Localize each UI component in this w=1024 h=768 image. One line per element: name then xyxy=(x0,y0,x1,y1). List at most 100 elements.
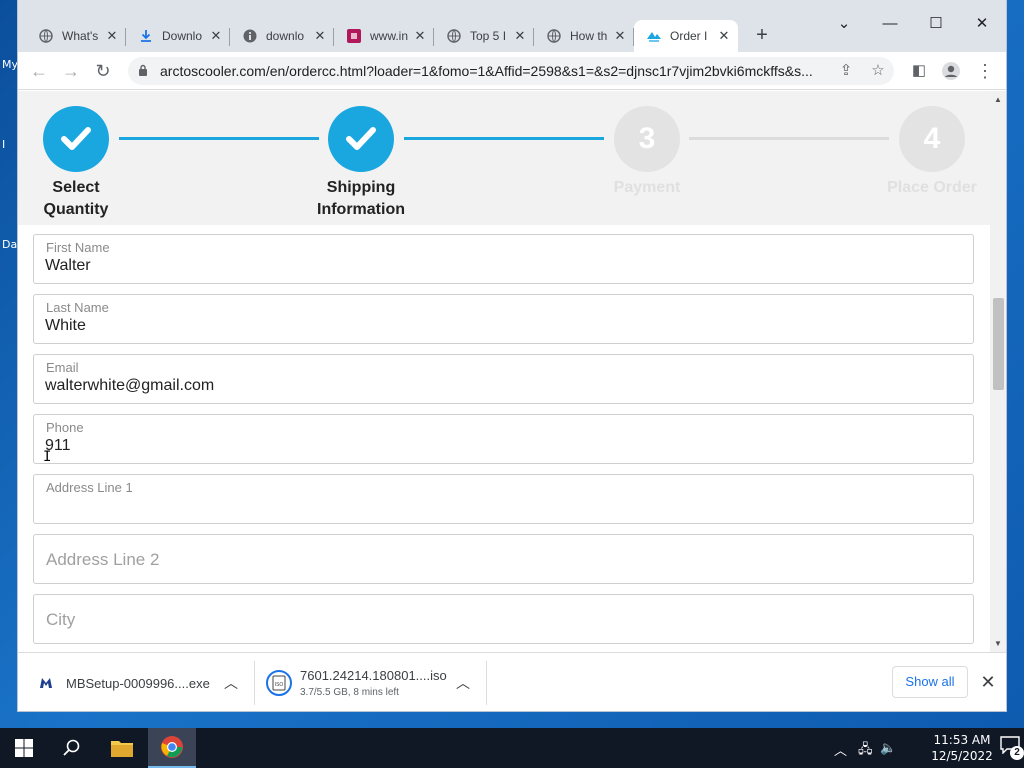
back-arrow-icon[interactable]: ← xyxy=(26,58,52,84)
system-tray: ︿ 🖧 🔈 11:53 AM 12/5/2022 2 xyxy=(834,728,1024,768)
checkmark-icon xyxy=(346,127,376,150)
tab-title: downlo xyxy=(266,29,305,43)
profile-icon[interactable] xyxy=(938,58,964,84)
arctos-icon xyxy=(646,28,662,44)
tab-www-in[interactable]: www.in ✕ xyxy=(334,20,434,52)
tab-title: How th xyxy=(570,29,608,43)
address-bar[interactable]: arctoscooler.com/en/ordercc.html?loader=… xyxy=(128,57,894,85)
first-name-input[interactable] xyxy=(45,257,945,275)
city-placeholder[interactable]: City xyxy=(46,610,75,630)
field-label: Phone xyxy=(46,420,84,435)
tab-order-active[interactable]: Order I ✕ xyxy=(634,20,738,52)
text-cursor-icon: I xyxy=(43,449,52,465)
tab-downloads[interactable]: Downlo ✕ xyxy=(126,20,230,52)
phone-input[interactable] xyxy=(45,437,945,455)
email-input[interactable] xyxy=(45,377,945,395)
email-field[interactable]: Email xyxy=(33,354,974,404)
step-connector xyxy=(404,137,604,140)
tab-title: www.in xyxy=(370,29,409,43)
close-icon[interactable]: ✕ xyxy=(612,28,628,44)
divider xyxy=(486,661,487,705)
step-label: Payment xyxy=(613,179,681,196)
clock[interactable]: 11:53 AM 12/5/2022 xyxy=(930,732,994,764)
forward-arrow-icon[interactable]: → xyxy=(58,58,84,84)
maximize-button[interactable]: ☐ xyxy=(922,12,950,36)
desktop-icon-label[interactable]: My xyxy=(2,58,18,71)
pink-site-icon xyxy=(346,28,362,44)
network-icon[interactable]: 🖧 xyxy=(858,740,873,762)
volume-icon[interactable]: 🔈 xyxy=(880,740,896,756)
clock-time: 11:53 AM xyxy=(933,733,991,747)
iso-file-icon: ISO xyxy=(266,670,292,696)
desktop-icon-label[interactable]: Da xyxy=(2,238,17,251)
globe-icon xyxy=(446,28,462,44)
tab-downlo-info[interactable]: downlo ✕ xyxy=(230,20,334,52)
chevron-up-icon[interactable]: ︿ xyxy=(224,673,238,693)
divider xyxy=(254,661,255,705)
close-icon[interactable]: ✕ xyxy=(208,28,224,44)
step-connector xyxy=(119,137,319,140)
search-icon[interactable] xyxy=(48,728,96,768)
chrome-taskbar-icon[interactable] xyxy=(148,728,196,768)
svg-text:ISO: ISO xyxy=(275,682,284,688)
city-field[interactable]: City xyxy=(33,594,974,644)
phone-field[interactable]: Phone xyxy=(33,414,974,464)
download-filename: 7601.24214.180801....iso xyxy=(300,668,447,683)
close-icon[interactable]: ✕ xyxy=(104,28,120,44)
file-explorer-icon[interactable] xyxy=(98,728,146,768)
tab-whats[interactable]: What's ✕ xyxy=(26,20,126,52)
download-item[interactable]: MBSetup-0009996....exe ︿ xyxy=(38,661,254,705)
close-icon[interactable]: ✕ xyxy=(716,28,732,44)
close-window-button[interactable]: ✕ xyxy=(968,12,996,36)
last-name-input[interactable] xyxy=(45,317,945,335)
field-label: Email xyxy=(46,360,79,375)
chrome-window: What's ✕ Downlo ✕ downlo ✕ www.in ✕ Top … xyxy=(18,0,1006,711)
chevron-up-icon[interactable]: ︿ xyxy=(834,740,847,759)
malwarebytes-icon xyxy=(38,675,54,691)
download-item[interactable]: ISO 7601.24214.180801....iso 3.7/5.5 GB,… xyxy=(266,661,486,705)
address-line-2-field[interactable]: Address Line 2 xyxy=(33,534,974,584)
step-label: Place Order xyxy=(887,179,977,196)
close-icon[interactable]: ✕ xyxy=(312,28,328,44)
bookmark-star-icon[interactable]: ☆ xyxy=(864,57,892,85)
menu-kebab-icon[interactable]: ⋮ xyxy=(972,58,998,84)
minimize-button[interactable]: — xyxy=(876,12,904,36)
step-connector xyxy=(689,137,889,140)
windows-start-icon[interactable] xyxy=(0,728,48,768)
scrollbar-thumb[interactable] xyxy=(993,298,1004,390)
chevron-down-icon[interactable]: ⌄ xyxy=(830,12,858,36)
step-label-line: Select xyxy=(52,179,100,196)
scroll-up-arrow-icon[interactable]: ▲ xyxy=(994,95,1002,104)
download-icon xyxy=(138,28,154,44)
download-progress-text: 3.7/5.5 GB, 8 mins left xyxy=(300,687,399,698)
step-number-circle: 4 xyxy=(899,106,965,172)
desktop-icon-label[interactable]: I xyxy=(2,138,5,151)
step-label-line: Information xyxy=(317,201,405,218)
new-tab-button[interactable]: + xyxy=(750,24,774,48)
side-panel-icon[interactable]: ◧ xyxy=(906,58,932,84)
tab-top5[interactable]: Top 5 I ✕ xyxy=(434,20,534,52)
step-label: Select Quantity xyxy=(18,177,146,221)
reload-icon[interactable]: ↻ xyxy=(90,58,116,84)
close-icon[interactable]: ✕ xyxy=(512,28,528,44)
close-icon[interactable]: ✕ xyxy=(412,28,428,44)
tab-how-th[interactable]: How th ✕ xyxy=(534,20,634,52)
tab-title: Downlo xyxy=(162,29,203,43)
url-text[interactable]: arctoscooler.com/en/ordercc.html?loader=… xyxy=(160,63,840,79)
tab-title: What's xyxy=(62,29,99,43)
close-icon[interactable]: ✕ xyxy=(978,670,998,694)
share-icon[interactable]: ⇪ xyxy=(832,57,860,85)
notification-badge: 2 xyxy=(1010,746,1024,760)
scroll-down-arrow-icon[interactable]: ▼ xyxy=(994,639,1002,648)
show-all-button[interactable]: Show all xyxy=(892,666,968,698)
chevron-up-icon[interactable]: ︿ xyxy=(456,673,470,693)
page-scrollbar[interactable]: ▲ ▼ xyxy=(990,91,1006,652)
address-line-1-input[interactable] xyxy=(45,497,945,515)
first-name-field[interactable]: First Name xyxy=(33,234,974,284)
globe-icon xyxy=(546,28,562,44)
last-name-field[interactable]: Last Name xyxy=(33,294,974,344)
address-line-2-placeholder[interactable]: Address Line 2 xyxy=(46,550,159,570)
step-number-circle: 3 xyxy=(614,106,680,172)
notification-icon[interactable]: 2 xyxy=(1000,736,1024,760)
address-line-1-field[interactable]: Address Line 1 xyxy=(33,474,974,524)
